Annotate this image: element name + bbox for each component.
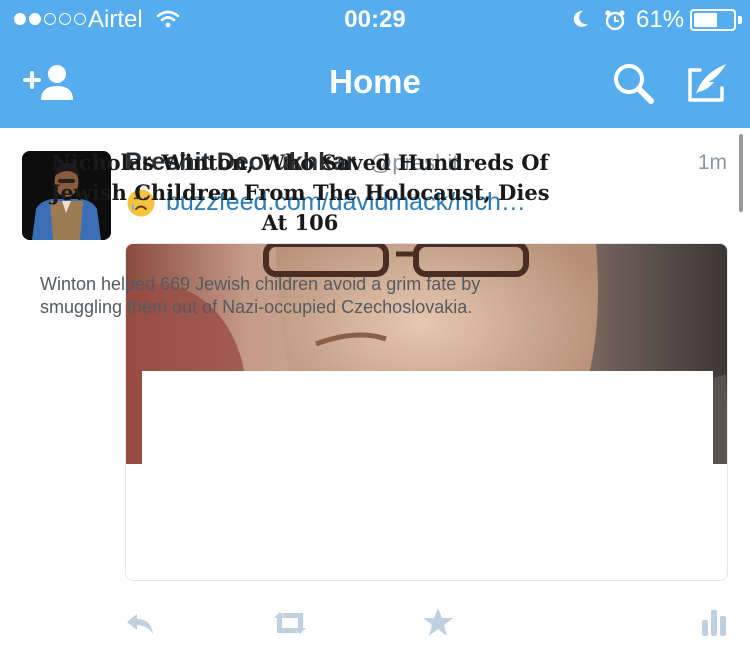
alarm-icon bbox=[605, 10, 625, 31]
card-headline[interactable]: Nicholas Winton, Who Saved Hundreds Of J… bbox=[40, 148, 560, 238]
battery-percent: 61% bbox=[636, 6, 685, 33]
battery-cap bbox=[738, 16, 742, 24]
card-description: Winton helped 669 Jewish children avoid … bbox=[40, 274, 481, 317]
favorite-icon[interactable] bbox=[422, 606, 454, 638]
tweet-actions bbox=[0, 600, 750, 644]
headline-box bbox=[142, 371, 713, 481]
tweet-timestamp: 1m bbox=[697, 151, 727, 174]
battery-level bbox=[694, 13, 717, 27]
stats-icon[interactable] bbox=[700, 608, 728, 636]
reply-icon[interactable] bbox=[123, 610, 157, 636]
retweet-icon[interactable] bbox=[270, 610, 310, 636]
battery-icon bbox=[690, 9, 736, 31]
compose-icon[interactable] bbox=[684, 60, 730, 106]
do-not-disturb-icon bbox=[573, 10, 588, 27]
search-icon[interactable] bbox=[610, 60, 656, 106]
scrollbar[interactable] bbox=[739, 134, 743, 212]
top-bar: Airtel 00:29 61% Home bbox=[0, 0, 750, 128]
status-bar: Airtel 00:29 61% bbox=[0, 0, 750, 40]
